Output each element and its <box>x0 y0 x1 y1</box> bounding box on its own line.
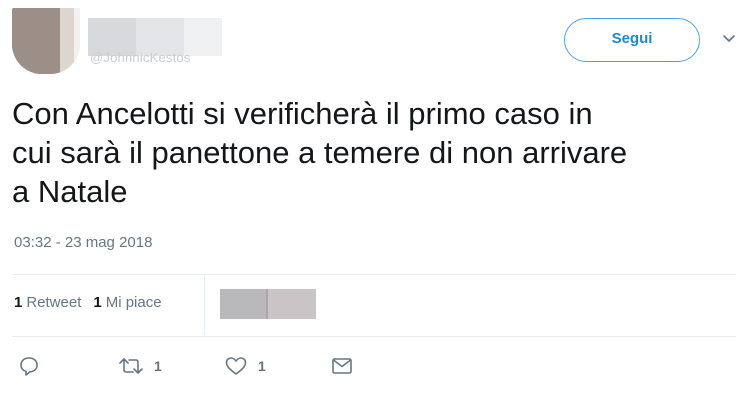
like-stat[interactable]: 1 Mi piace <box>93 294 161 311</box>
like-stat-label: Mi piace <box>105 294 162 311</box>
like-action-count: 1 <box>258 358 266 374</box>
direct-message-button[interactable] <box>330 354 354 378</box>
retweet-stat[interactable]: 1 Retweet <box>14 294 81 311</box>
reply-button[interactable] <box>18 354 40 378</box>
envelope-icon <box>332 358 352 374</box>
follow-button[interactable]: Segui <box>564 18 700 62</box>
tweet-timestamp[interactable]: 03:32 - 23 mag 2018 <box>14 234 152 251</box>
heart-icon <box>225 357 247 375</box>
tweet-stats: 1 Retweet 1 Mi piace <box>14 294 162 311</box>
retweet-icon <box>119 358 143 374</box>
user-handle[interactable]: @JohnnicKestos <box>90 50 191 65</box>
like-stat-count: 1 <box>93 294 102 311</box>
reply-icon <box>20 357 38 376</box>
like-button[interactable]: 1 <box>224 354 266 378</box>
retweet-action-count: 1 <box>154 358 162 374</box>
retweet-stat-count: 1 <box>14 294 23 311</box>
stats-separator <box>204 275 205 335</box>
retweet-stat-label: Retweet <box>26 294 82 311</box>
chevron-down-icon[interactable] <box>722 32 736 46</box>
likers-avatars-redacted[interactable] <box>220 289 316 319</box>
divider <box>12 336 736 337</box>
retweet-button[interactable]: 1 <box>118 354 162 378</box>
avatar[interactable] <box>12 8 80 74</box>
divider <box>12 274 736 275</box>
tweet-text: Con Ancelotti si verificherà il primo ca… <box>12 96 628 209</box>
